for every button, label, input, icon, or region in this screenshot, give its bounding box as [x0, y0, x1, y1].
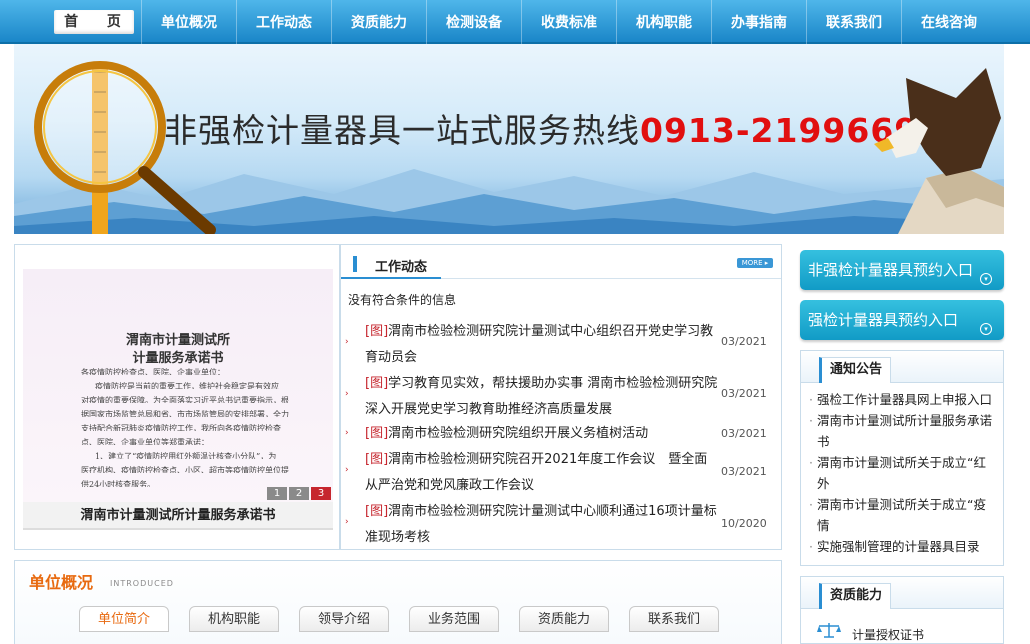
nav-about[interactable]: 单位概况	[141, 0, 236, 44]
banner-slogan: 非强检计量器具一站式服务热线0913-2199669	[164, 104, 918, 152]
cta1-label: 非强检计量器具预约入口	[808, 261, 974, 279]
nav-guide[interactable]: 办事指南	[711, 0, 806, 44]
notice-item[interactable]: 渭南市计量测试所计量服务承诺书	[809, 410, 995, 452]
tab-contact[interactable]: 联系我们	[629, 606, 719, 632]
arrow-icon: ›	[345, 465, 349, 475]
tab-qualification[interactable]: 资质能力	[519, 606, 609, 632]
about-subtitle: INTRODUCED	[110, 579, 174, 588]
more-button[interactable]: MORE ▸	[737, 258, 773, 268]
nav-home-label: 首 页	[53, 10, 134, 34]
nav-equipment[interactable]: 检测设备	[426, 0, 521, 44]
notice-panel: 通知公告 强检工作计量器具网上申报入口 渭南市计量测试所计量服务承诺书 渭南市计…	[800, 350, 1004, 566]
arrow-icon: ›	[345, 517, 349, 527]
notice-header: 通知公告	[801, 351, 1003, 383]
photo-slider: 渭南市计量测试所 计量服务承诺书 各疫情防控检查点、医院、企事业单位： 疫情防控…	[14, 244, 340, 550]
news-date: 03/2021	[721, 427, 767, 440]
news-text[interactable]: [图]学习教育见实效，帮扶援助办实事 渭南市检验检测研究院深入开展党史学习教育助…	[365, 371, 719, 423]
about-tabs: 单位简介 机构职能 领导介绍 业务范围 资质能力 联系我们	[79, 606, 739, 632]
doc-line: 1、建立了“疫情防控用红外额温计核查小分队”，为	[95, 452, 277, 459]
arrow-icon: ›	[345, 428, 349, 438]
about-section: 单位概况 INTRODUCED 单位简介 机构职能 领导介绍 业务范围 资质能力…	[14, 560, 782, 644]
slide-image[interactable]: 渭南市计量测试所 计量服务承诺书 各疫情防控检查点、医院、企事业单位： 疫情防控…	[23, 269, 333, 502]
chevron-down-icon: ▾	[980, 273, 992, 285]
doc-line: 对疫情的重要保障。为全面落实习近平总书记重要指示，根	[81, 396, 289, 403]
news-link[interactable]: 学习教育见实效，帮扶援助办实事 渭南市检验检测研究院深入开展党史学习教育助推经济…	[365, 376, 717, 417]
header-underline	[341, 277, 441, 279]
nav-fees[interactable]: 收费标准	[521, 0, 616, 44]
chevron-down-icon: ▾	[980, 323, 992, 335]
image-tag: [图]	[365, 504, 389, 519]
tab-intro[interactable]: 单位简介	[79, 606, 169, 632]
nav-home[interactable]: 首 页	[46, 0, 141, 44]
arrow-icon: ›	[345, 389, 349, 399]
news-text[interactable]: [图]渭南市检验检测研究院召开2021年度工作会议 暨全面从严治党和党风廉政工作…	[365, 447, 719, 499]
news-title: 工作动态	[375, 260, 428, 275]
image-tag: [图]	[365, 452, 389, 467]
doc-line: 点、医院、企事业单位等郑重承诺：	[81, 438, 209, 445]
news-link[interactable]: 渭南市检验检测研究院组织开展义务植树活动	[388, 426, 648, 441]
cta2-label: 强检计量器具预约入口	[808, 311, 959, 329]
pager-3[interactable]: 3	[311, 487, 331, 500]
nav-news[interactable]: 工作动态	[236, 0, 331, 44]
qualification-title: 资质能力	[819, 583, 892, 609]
news-text[interactable]: [图]渭南市检验检测研究院计量测试中心组织召开党史学习教育动员会	[365, 319, 719, 371]
banner: 非强检计量器具一站式服务热线0913-2199669	[14, 44, 1004, 234]
qualification-item[interactable]: 计量授权证书	[852, 626, 924, 643]
scale-icon	[817, 623, 841, 638]
nav-functions[interactable]: 机构职能	[616, 0, 711, 44]
non-mandatory-booking-button[interactable]: 非强检计量器具预约入口 ▾	[800, 250, 1004, 290]
pager-1[interactable]: 1	[267, 487, 287, 500]
tab-functions[interactable]: 机构职能	[189, 606, 279, 632]
top-nav: 首 页 单位概况 工作动态 资质能力 检测设备 收费标准 机构职能 办事指南 联…	[0, 0, 1030, 44]
pager-2[interactable]: 2	[289, 487, 309, 500]
doc-line: 供24小时核查服务。	[81, 480, 156, 487]
about-title: 单位概况	[29, 573, 94, 592]
doc-title-2: 计量服务承诺书	[132, 351, 224, 366]
notice-item[interactable]: 强检工作计量器具网上申报入口	[809, 389, 995, 410]
notice-list: 强检工作计量器具网上申报入口 渭南市计量测试所计量服务承诺书 渭南市计量测试所关…	[801, 383, 1003, 557]
doc-line: 各疫情防控检查点、医院、企事业单位：	[81, 368, 225, 375]
image-tag: [图]	[365, 426, 389, 441]
news-date: 10/2020	[721, 517, 767, 530]
qualification-header: 资质能力	[801, 577, 1003, 609]
image-tag: [图]	[365, 376, 389, 391]
header-bar	[353, 256, 357, 272]
slogan-text: 非强检计量器具一站式服务热线	[164, 111, 640, 150]
news-text[interactable]: [图]渭南市检验检测研究院组织开展义务植树活动	[365, 421, 719, 447]
news-link[interactable]: 渭南市检验检测研究院计量测试中心顺利通过16项计量标准现场考核	[365, 504, 717, 545]
news-date: 03/2021	[721, 335, 767, 348]
news-link[interactable]: 渭南市检验检测研究院计量测试中心组织召开党史学习教育动员会	[365, 324, 713, 365]
doc-line: 据国家市场监管总局和省、市市场监管局的安排部署，全力	[81, 410, 289, 417]
nav-items: 首 页 单位概况 工作动态 资质能力 检测设备 收费标准 机构职能 办事指南 联…	[46, 0, 996, 44]
notice-item[interactable]: 渭南市计量测试所关于成立“红外	[809, 452, 995, 494]
news-text[interactable]: [图]渭南市检验检测研究院计量测试中心顺利通过16项计量标准现场考核	[365, 499, 719, 551]
doc-line: 疫情防控是当前的重要工作，维护社会稳定是有效应	[95, 382, 279, 389]
image-tag: [图]	[365, 324, 389, 339]
tab-leaders[interactable]: 领导介绍	[299, 606, 389, 632]
no-match-message: 没有符合条件的信息	[348, 293, 457, 307]
eagle-illustration	[874, 68, 1004, 234]
slide-caption[interactable]: 渭南市计量测试所计量服务承诺书	[23, 502, 333, 530]
news-panel: 工作动态 MORE ▸ 没有符合条件的信息 › [图]渭南市检验检测研究院计量测…	[340, 244, 782, 550]
slide-pager: 1 2 3	[265, 487, 331, 500]
nav-consult[interactable]: 在线咨询	[901, 0, 996, 44]
nav-qualification[interactable]: 资质能力	[331, 0, 426, 44]
doc-line: 医疗机构、疫情防控检查点、小区、超市等疫情防控单位提	[81, 466, 289, 473]
nav-contact[interactable]: 联系我们	[806, 0, 901, 44]
arrow-icon: ›	[345, 337, 349, 347]
news-date: 03/2021	[721, 387, 767, 400]
tab-business[interactable]: 业务范围	[409, 606, 499, 632]
news-date: 03/2021	[721, 465, 767, 478]
notice-item[interactable]: 实施强制管理的计量器具目录	[809, 536, 995, 557]
news-link[interactable]: 渭南市检验检测研究院召开2021年度工作会议 暨全面从严治党和党风廉政工作会议	[365, 452, 707, 493]
mandatory-booking-button[interactable]: 强检计量器具预约入口 ▾	[800, 300, 1004, 340]
doc-title-1: 渭南市计量测试所	[125, 333, 230, 348]
doc-line: 支持配合新冠肺炎疫情防控工作，我所向各疫情防控检查	[81, 424, 281, 431]
notice-item[interactable]: 渭南市计量测试所关于成立“疫情	[809, 494, 995, 536]
notice-title: 通知公告	[819, 357, 892, 383]
news-header: 工作动态 MORE ▸	[341, 245, 781, 279]
